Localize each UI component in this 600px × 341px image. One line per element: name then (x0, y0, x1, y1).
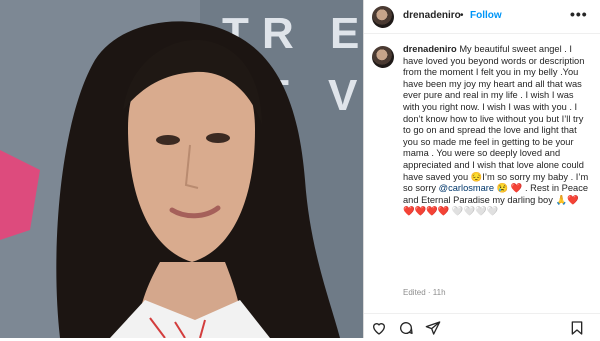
mention-link[interactable]: @carlosmare (439, 183, 494, 193)
avatar[interactable] (372, 46, 394, 68)
emoji: 😔 (470, 171, 483, 182)
action-bar (364, 318, 600, 338)
follow-button[interactable]: Follow (470, 10, 502, 21)
avatar[interactable] (372, 6, 394, 28)
separator-dot: • (460, 10, 464, 21)
username-link[interactable]: drenadeniro (403, 10, 461, 21)
post-photo[interactable]: T R E T V (0, 0, 363, 338)
caption-body: My beautiful sweet angel . I have loved … (403, 44, 585, 182)
post-header: drenadeniro • Follow ••• (364, 0, 600, 34)
post-side-panel: drenadeniro • Follow ••• drenadeniro My … (363, 0, 600, 338)
caption-text: drenadeniro My beautiful sweet angel . I… (403, 44, 589, 218)
post-timestamp: Edited · 11h (403, 288, 446, 297)
backdrop-letter: V (328, 71, 358, 120)
post-photo-illustration: T R E T V (0, 0, 363, 338)
more-options-icon[interactable]: ••• (570, 6, 588, 22)
caption-username[interactable]: drenadeniro (403, 44, 457, 54)
backdrop-letter: R (262, 9, 294, 58)
divider (364, 313, 600, 314)
backdrop-letter: E (330, 9, 359, 58)
